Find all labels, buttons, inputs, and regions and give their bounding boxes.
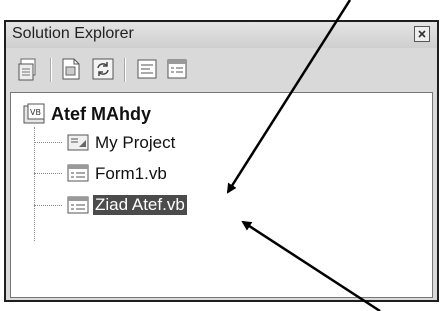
annotation-arrows [226, 0, 381, 311]
arrow-to-ziad-atef [241, 220, 381, 311]
arrow-to-form1 [226, 0, 352, 194]
